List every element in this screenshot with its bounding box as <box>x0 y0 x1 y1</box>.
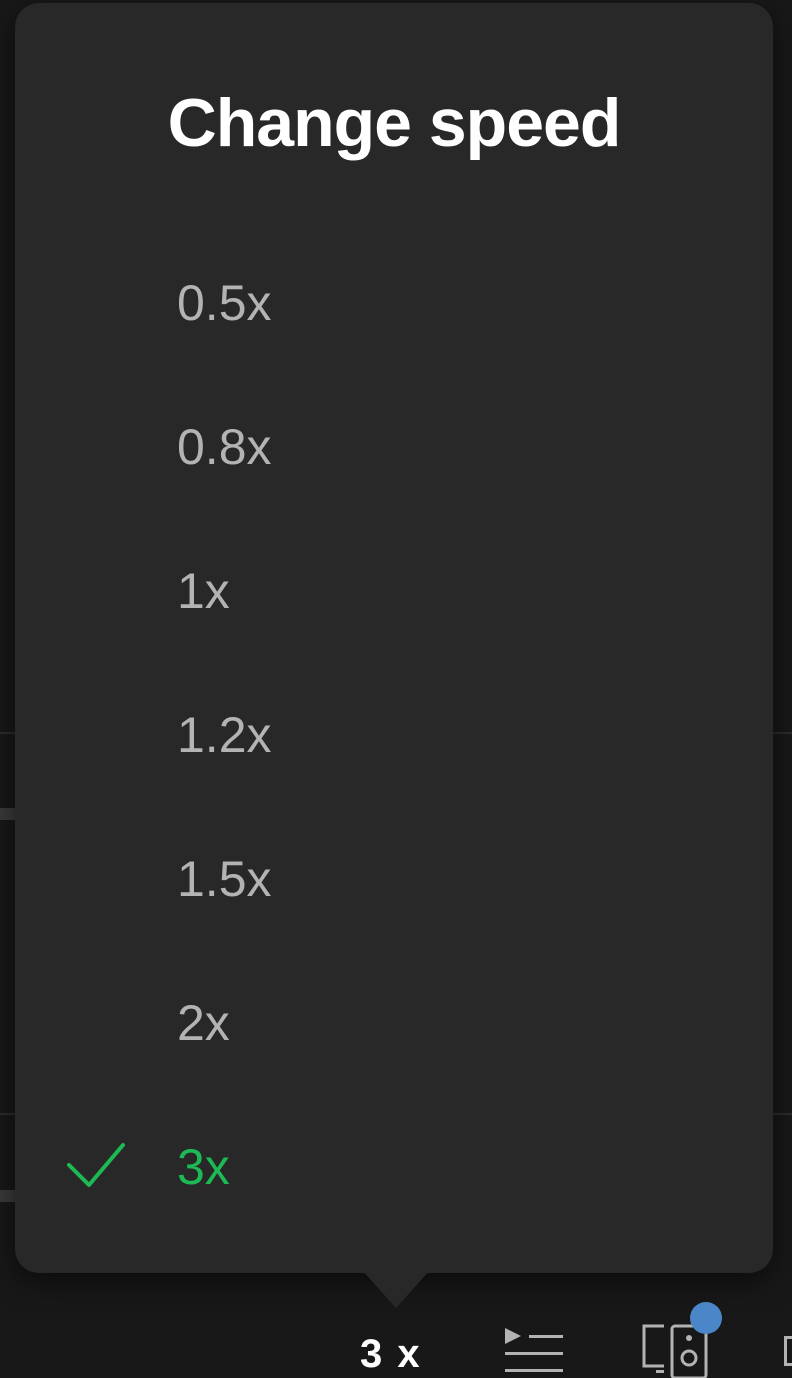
speed-option-0.8x[interactable]: 0.8x <box>15 377 773 521</box>
speed-option-label: 3x <box>177 1139 230 1195</box>
checkmark-icon <box>67 1143 125 1187</box>
speed-option-label: 1x <box>177 563 230 619</box>
speed-option-1.2x[interactable]: 1.2x <box>15 665 773 809</box>
speed-option-1.5x[interactable]: 1.5x <box>15 809 773 953</box>
speed-option-1x[interactable]: 1x <box>15 521 773 665</box>
speed-option-3x[interactable]: 3x <box>15 1097 773 1241</box>
queue-icon[interactable] <box>503 1326 565 1376</box>
speed-option-2x[interactable]: 2x <box>15 953 773 1097</box>
popup-title: Change speed <box>167 85 622 161</box>
speed-option-label: 1.2x <box>177 707 272 763</box>
speed-option-label: 2x <box>177 995 230 1051</box>
playback-speed-button[interactable]: 3 x <box>360 1330 422 1378</box>
app-window: Change speed 0.5x 0.8x 1x 1.2x 1.5x 2x 3… <box>0 0 792 1378</box>
change-speed-popup: Change speed 0.5x 0.8x 1x 1.2x 1.5x 2x 3… <box>15 3 773 1273</box>
devices-badge <box>690 1302 722 1334</box>
speed-option-label: 1.5x <box>177 851 272 907</box>
speed-options-list: 0.5x 0.8x 1x 1.2x 1.5x 2x 3x <box>15 233 773 1241</box>
partial-icon[interactable] <box>784 1336 792 1366</box>
speed-option-label: 0.8x <box>177 419 272 475</box>
popup-pointer <box>362 1270 430 1308</box>
speed-option-label: 0.5x <box>177 275 272 331</box>
speed-option-0.5x[interactable]: 0.5x <box>15 233 773 377</box>
